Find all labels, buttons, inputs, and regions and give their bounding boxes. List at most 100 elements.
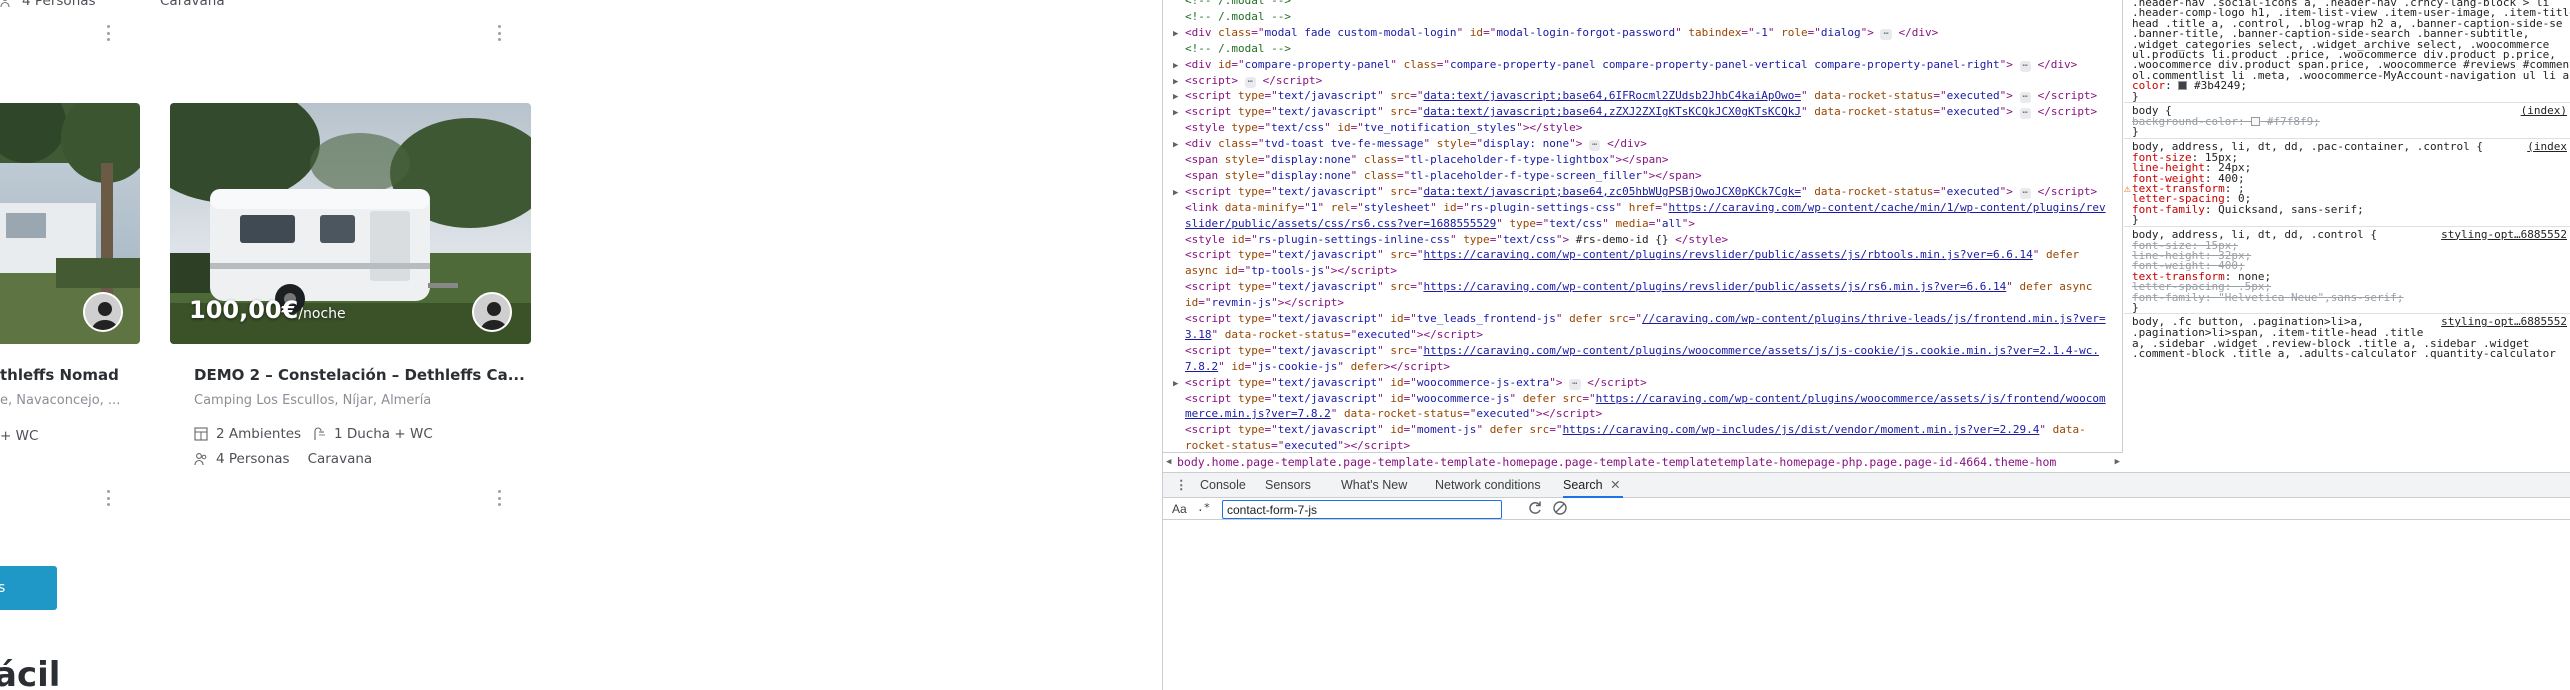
regex-toggle[interactable]: .*: [1197, 501, 1210, 514]
dom-node-line[interactable]: async id="tp-tools-js"></script>: [1163, 264, 1397, 277]
tab-network-conditions[interactable]: Network conditions: [1435, 473, 1541, 498]
dom-node-line[interactable]: ▶ <script type="text/javascript" id="wooc…: [1163, 376, 1647, 390]
host-avatar[interactable]: [472, 292, 512, 332]
breadcrumb-scroll-right-icon[interactable]: ▶: [2112, 453, 2120, 472]
elements-tree[interactable]: <!-- /.modal --> <!-- /.modal --> ▶ <div cl…: [1163, 0, 2123, 452]
dom-node-line[interactable]: <script type="text/javascript" src="http…: [1163, 280, 2092, 293]
breadcrumb-path[interactable]: body.home.page-template.page-template-te…: [1177, 455, 2056, 469]
dom-node-markup: <!-- /.modal -->: [1185, 41, 1291, 55]
dom-node-line[interactable]: <!-- /.modal -->: [1163, 0, 1291, 7]
tab-whats-new[interactable]: What's New: [1341, 473, 1407, 498]
dom-node-markup: slider/public/assets/css/rs6.css?ver=168…: [1185, 216, 1695, 230]
expand-triangle-icon[interactable]: ▶: [1173, 29, 1185, 39]
tab-search-label: Search: [1563, 478, 1603, 492]
search-input[interactable]: [1222, 500, 1502, 519]
dom-node-line[interactable]: <script type="text/javascript" id="wooco…: [1163, 392, 2106, 405]
dom-node-line[interactable]: merce.min.js?ver=7.8.2" data-rocket-stat…: [1163, 407, 1602, 420]
dom-node-markup: <span style="display:none" class="tl-pla…: [1185, 168, 1702, 182]
price-unit: /noche: [298, 306, 346, 322]
dom-node-line[interactable]: <link data-minify="1" rel="stylesheet" i…: [1163, 201, 2106, 214]
style-rule-divider: [2124, 102, 2570, 103]
tab-console[interactable]: Console: [1200, 473, 1246, 498]
top-row-tipo: Caravana: [160, 0, 225, 9]
cta-button[interactable]: s: [0, 566, 57, 610]
rooms-icon: [194, 427, 208, 441]
style-rule-divider: [2124, 225, 2570, 227]
more-options-icon[interactable]: [496, 25, 502, 41]
dom-node-line[interactable]: ▶ <div id="compare-property-panel" class=…: [1163, 58, 2077, 72]
style-line-content: }: [2132, 301, 2139, 314]
match-case-toggle[interactable]: Aa: [1172, 502, 1187, 516]
host-avatar[interactable]: [83, 292, 123, 332]
listing-price: 100,00€/noche: [189, 296, 346, 324]
dom-node-line[interactable]: 3.18" data-rocket-status="executed"></sc…: [1163, 328, 1483, 341]
dom-node-line[interactable]: <style type="text/css" id="tve_notificat…: [1163, 121, 1582, 134]
dom-node-line[interactable]: <style id="rs-plugin-settings-inline-css…: [1163, 233, 1728, 246]
style-selector-text: }: [2132, 213, 2139, 226]
style-line-content: }: [2132, 125, 2139, 139]
dom-node-line[interactable]: <span style="display:none" class="tl-pla…: [1163, 169, 1702, 182]
dom-node-line[interactable]: ▶ <script> ⋯ </script>: [1163, 74, 1322, 88]
dom-breadcrumb[interactable]: ◀ body.home.page-template.page-template-…: [1163, 452, 2123, 472]
listing-feature-personas: 4 Personas Caravana: [194, 451, 372, 467]
dom-node-line[interactable]: <!-- /.modal -->: [1163, 42, 1291, 55]
dom-node-markup: <script type="text/javascript" id="tve_l…: [1185, 312, 2106, 325]
dom-node-markup: id="revmin-js"></script>: [1185, 296, 1344, 310]
dom-node-markup: <script type="text/javascript" id="momen…: [1185, 423, 2086, 437]
expand-triangle-icon[interactable]: ▶: [1173, 92, 1185, 102]
expand-triangle-icon[interactable]: ▶: [1173, 108, 1185, 118]
style-line-content: background-color: #f7f8f9;: [2132, 115, 2320, 128]
dom-node-markup: <div class="tvd-toast tve-fe-message" st…: [1185, 137, 1647, 152]
tab-search[interactable]: Search ✕: [1563, 473, 1623, 498]
style-source-link[interactable]: styling-opt…6885552: [2441, 315, 2567, 328]
dom-node-markup: <!-- /.modal -->: [1185, 0, 1291, 7]
dom-node-line[interactable]: <script type="text/javascript" src="http…: [1163, 344, 2099, 357]
more-options-icon[interactable]: [105, 490, 111, 506]
more-options-icon[interactable]: [105, 25, 111, 41]
refresh-icon[interactable]: [1526, 499, 1544, 517]
breadcrumb-scroll-left-icon[interactable]: ◀: [1166, 453, 1171, 472]
close-icon[interactable]: ✕: [1610, 478, 1620, 492]
style-source-link[interactable]: styling-opt…6885552: [2441, 228, 2567, 241]
listing-title-1[interactable]: thleffs Nomad: [0, 366, 119, 384]
style-source-link[interactable]: (index: [2527, 140, 2567, 153]
dom-node-line[interactable]: ▶ <script type="text/javascript" src="dat…: [1163, 185, 2097, 199]
dom-node-line[interactable]: ▶ <script type="text/javascript" src="dat…: [1163, 105, 2097, 120]
expand-triangle-icon[interactable]: ▶: [1173, 61, 1185, 71]
section-heading: ácil: [0, 655, 61, 690]
dom-node-line[interactable]: <script type="text/javascript" id="tve_l…: [1163, 312, 2106, 325]
dom-node-line[interactable]: <script type="text/javascript" src="http…: [1163, 248, 2079, 261]
style-declaration[interactable]: font-family: Quicksand, sans-serif;: [2132, 203, 2364, 216]
dom-node-line[interactable]: <script type="text/javascript" id="momen…: [1163, 423, 2086, 436]
dom-node-line[interactable]: <!-- /.modal -->: [1163, 10, 1291, 23]
style-selector-text: }: [2132, 301, 2139, 314]
dom-node-line[interactable]: ▶ <script type="text/javascript" src="dat…: [1163, 89, 2097, 104]
styles-pane[interactable]: .header-nav .social-icons a, .header-nav…: [2124, 0, 2570, 472]
dom-node-line[interactable]: 7.8.2" id="js-cookie-js" defer></script>: [1163, 360, 1450, 373]
more-options-icon[interactable]: [496, 490, 502, 506]
dom-node-line[interactable]: rocket-status="executed"></script>: [1163, 439, 1410, 452]
expand-triangle-icon[interactable]: ▶: [1173, 140, 1185, 150]
search-toolbar: Aa .*: [1163, 498, 2570, 520]
dom-node-markup: <script type="text/javascript" id="wooco…: [1185, 375, 1647, 390]
dom-node-markup: merce.min.js?ver=7.8.2" data-rocket-stat…: [1185, 407, 1603, 421]
dom-node-markup: <div id="compare-property-panel" class="…: [1185, 57, 2078, 72]
dom-node-line[interactable]: slider/public/assets/css/rs6.css?ver=168…: [1163, 217, 1695, 230]
dom-node-markup: async id="tp-tools-js"></script>: [1185, 264, 1397, 278]
drawer-menu-icon[interactable]: ⋮: [1175, 473, 1188, 498]
expand-triangle-icon[interactable]: ▶: [1173, 379, 1185, 389]
style-declaration[interactable]: font-family: "Helvetica Neue",sans-serif…: [2132, 291, 2404, 304]
dom-node-line[interactable]: <span style="display:none" class="tl-pla…: [1163, 153, 1669, 166]
tab-sensors[interactable]: Sensors: [1265, 473, 1311, 498]
expand-triangle-icon[interactable]: ▶: [1173, 77, 1185, 87]
dom-node-line[interactable]: ▶ <div class="modal fade custom-modal-log…: [1163, 26, 1938, 40]
listing-title-2[interactable]: DEMO 2 – Constelación – Dethleffs Ca...: [194, 366, 525, 384]
style-declaration[interactable]: color: #3b4249;: [2132, 79, 2247, 92]
dom-node-line[interactable]: ▶ <div class="tvd-toast tve-fe-message" s…: [1163, 137, 1647, 152]
dom-node-line[interactable]: id="revmin-js"></script>: [1163, 296, 1344, 309]
style-source-link[interactable]: (index): [2521, 104, 2567, 117]
expand-triangle-icon[interactable]: ▶: [1173, 188, 1185, 198]
clear-search-icon[interactable]: [1551, 499, 1569, 517]
website-viewport: 4 Personas Caravana 100,00€/noche thleff…: [0, 0, 1162, 690]
style-declaration[interactable]: background-color: #f7f8f9;: [2132, 115, 2320, 128]
